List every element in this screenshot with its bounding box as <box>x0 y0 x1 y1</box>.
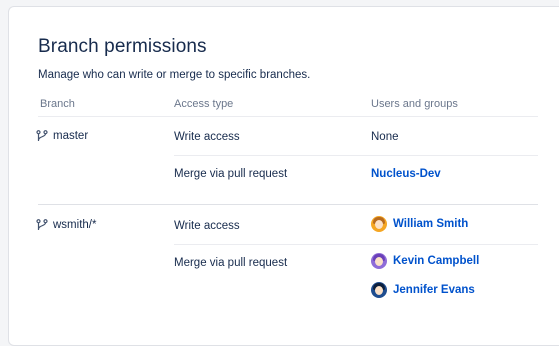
branch-name: wsmith/* <box>53 219 97 231</box>
user-jennifer-evans[interactable]: Jennifer Evans <box>371 282 475 298</box>
branch-icon <box>36 130 48 142</box>
user-name-link[interactable]: William Smith <box>393 218 468 230</box>
column-header-users-groups: Users and groups <box>371 98 458 110</box>
access-type-label: Write access <box>174 220 240 232</box>
avatar <box>371 253 387 269</box>
column-header-access-type: Access type <box>174 98 234 110</box>
access-type-label: Merge via pull request <box>174 257 288 269</box>
avatar <box>371 216 387 232</box>
user-kevin-campbell[interactable]: Kevin Campbell <box>371 253 479 269</box>
column-header-branch: Branch <box>40 98 75 110</box>
users-none-label: None <box>371 131 399 143</box>
page-subtitle: Manage who can write or merge to specifi… <box>38 69 311 81</box>
access-type-label: Merge via pull request <box>174 168 288 180</box>
user-name-link[interactable]: Kevin Campbell <box>393 255 479 267</box>
table-row-branch-wsmith: wsmith/* <box>36 219 96 231</box>
page-title: Branch permissions <box>38 36 207 57</box>
row-divider <box>174 244 538 245</box>
table-row-branch-master: master <box>36 130 88 142</box>
avatar <box>371 282 387 298</box>
branch-name: master <box>53 130 89 142</box>
branch-permissions-panel: Branch permissions Manage who can write … <box>8 6 559 346</box>
user-name-link[interactable]: Jennifer Evans <box>393 284 475 296</box>
access-type-label: Write access <box>174 131 240 143</box>
row-divider <box>174 155 538 156</box>
group-link-nucleus-dev[interactable]: Nucleus-Dev <box>371 168 441 180</box>
branch-divider <box>38 204 538 205</box>
branch-icon <box>36 219 48 231</box>
header-divider <box>38 116 538 117</box>
user-william-smith[interactable]: William Smith <box>371 216 468 232</box>
